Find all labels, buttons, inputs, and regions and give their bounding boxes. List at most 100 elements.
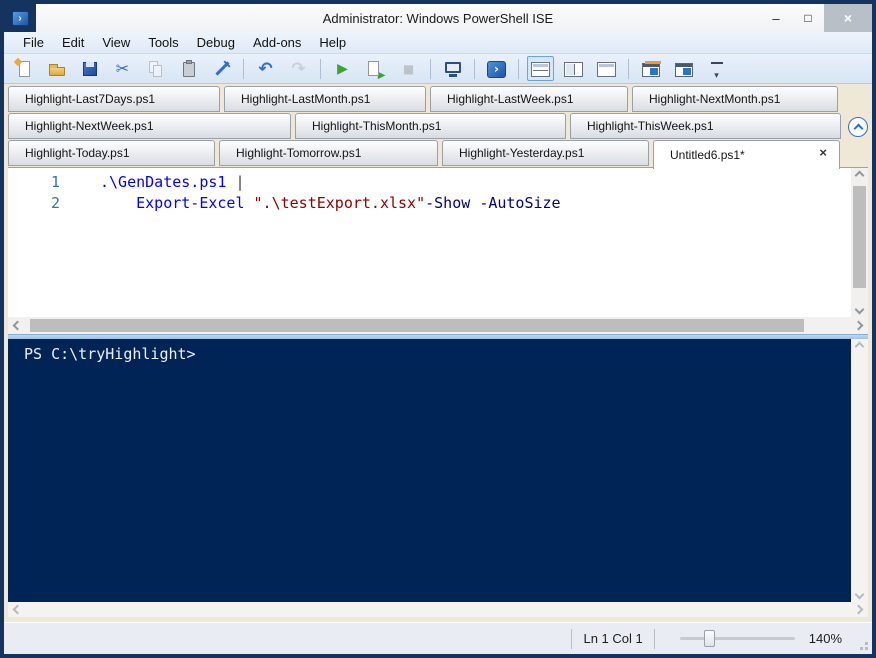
- show-script-pane-right-button[interactable]: [560, 56, 587, 81]
- new-powershell-tab-icon: [641, 63, 660, 77]
- tab-highlight-lastweek-ps1[interactable]: Highlight-LastWeek.ps1: [430, 86, 628, 112]
- minimize-button[interactable]: –: [760, 4, 792, 32]
- save-icon: [80, 59, 100, 79]
- scroll-down-arrow[interactable]: [854, 589, 865, 600]
- run-selection-icon: ▶: [366, 59, 386, 81]
- show-script-pane-top-button[interactable]: [527, 56, 554, 81]
- tab-highlight-yesterday-ps1[interactable]: Highlight-Yesterday.ps1: [442, 140, 649, 166]
- scrollbar-thumb[interactable]: [853, 186, 866, 288]
- editor-line[interactable]: 2 Export-Excel ".\testExport.xlsx"-Show …: [8, 193, 851, 214]
- scroll-up-arrow[interactable]: [854, 341, 865, 352]
- zoom-slider-thumb[interactable]: [703, 630, 715, 647]
- menu-view[interactable]: View: [93, 35, 139, 50]
- editor-line[interactable]: 1 .\GenDates.ps1 |: [8, 172, 851, 193]
- scroll-right-arrow[interactable]: [853, 604, 864, 615]
- collapse-tab-rows-button[interactable]: [848, 117, 868, 137]
- scroll-right-arrow[interactable]: [853, 320, 864, 331]
- zoom-slider[interactable]: [679, 630, 795, 647]
- cut-button[interactable]: ✂: [109, 56, 136, 81]
- tab-label: Highlight-ThisMonth.ps1: [312, 119, 442, 133]
- paste-button[interactable]: [175, 56, 202, 81]
- tab-label: Highlight-Tomorrow.ps1: [236, 146, 362, 160]
- menu-tools[interactable]: Tools: [139, 35, 187, 50]
- tab-row-1: Highlight-Last7Days.ps1 Highlight-LastMon…: [8, 86, 868, 113]
- statusbar-separator: [571, 628, 573, 649]
- tab-highlight-thisweek-ps1[interactable]: Highlight-ThisWeek.ps1: [570, 113, 841, 139]
- console-horizontal-scrollbar[interactable]: [8, 602, 868, 617]
- line-number: 1: [50, 173, 60, 191]
- menu-file[interactable]: File: [14, 35, 53, 50]
- tab-label: Highlight-Last7Days.ps1: [25, 92, 156, 106]
- scroll-left-arrow[interactable]: [12, 604, 23, 615]
- toolbar-separator: [430, 58, 431, 79]
- console-output[interactable]: PS C:\tryHighlight>: [8, 339, 851, 602]
- run-script-button[interactable]: ▶: [329, 56, 356, 81]
- show-script-pane-maximized-button[interactable]: [593, 56, 620, 81]
- tab-row-3: Highlight-Today.ps1 Highlight-Tomorrow.ps…: [8, 140, 868, 169]
- run-selection-button[interactable]: ▶: [362, 56, 389, 81]
- app-icon-block[interactable]: ›: [4, 4, 36, 32]
- menu-edit[interactable]: Edit: [53, 35, 93, 50]
- console-pane[interactable]: PS C:\tryHighlight>: [8, 339, 868, 617]
- close-powershell-tab-icon: [674, 63, 693, 77]
- tab-label: Highlight-Yesterday.ps1: [459, 146, 585, 160]
- save-button[interactable]: [76, 56, 103, 81]
- console-vertical-scrollbar[interactable]: [851, 339, 868, 602]
- tab-highlight-lastmonth-ps1[interactable]: Highlight-LastMonth.ps1: [224, 86, 426, 112]
- script-editor-pane[interactable]: 1 .\GenDates.ps1 | 2 Export-Excel ".\testE…: [8, 167, 868, 334]
- scrollbar-thumb[interactable]: [30, 319, 804, 332]
- copy-icon: [146, 59, 166, 79]
- tab-label: Highlight-Today.ps1: [25, 146, 130, 160]
- clear-console-icon: [212, 59, 232, 79]
- maximize-button[interactable]: □: [792, 4, 824, 32]
- new-powershell-tab-button[interactable]: [637, 56, 664, 81]
- window-controls: – □ ×: [760, 4, 872, 32]
- tab-highlight-today-ps1[interactable]: Highlight-Today.ps1: [8, 140, 215, 166]
- powershell-ise-window: › Administrator: Windows PowerShell ISE …: [0, 0, 876, 658]
- console-prompt: PS C:\tryHighlight>: [24, 345, 196, 363]
- clear-console-button[interactable]: [208, 56, 235, 81]
- open-folder-icon: [47, 59, 67, 79]
- line-col-indicator: Ln 1 Col 1: [583, 631, 643, 646]
- tab-highlight-nextmonth-ps1[interactable]: Highlight-NextMonth.ps1: [632, 86, 838, 112]
- statusbar-separator: [653, 628, 655, 649]
- tab-highlight-thismonth-ps1[interactable]: Highlight-ThisMonth.ps1: [295, 113, 566, 139]
- scroll-up-arrow[interactable]: [854, 170, 865, 181]
- start-powershell-button[interactable]: ›: [483, 56, 510, 81]
- run-icon: ▶: [337, 60, 348, 77]
- script-pane-right-icon: [564, 62, 583, 77]
- open-script-button[interactable]: [43, 56, 70, 81]
- menu-add-ons[interactable]: Add-ons: [244, 35, 310, 50]
- statusbar: Ln 1 Col 1 140%: [4, 622, 872, 654]
- overflow-icon: ▾: [710, 62, 723, 81]
- editor-vertical-scrollbar[interactable]: [851, 168, 868, 317]
- tab-highlight-last7days-ps1[interactable]: Highlight-Last7Days.ps1: [8, 86, 220, 112]
- new-script-button[interactable]: [10, 56, 37, 81]
- new-remote-powershell-tab-button[interactable]: [439, 56, 466, 81]
- resize-grip[interactable]: [865, 647, 868, 650]
- copy-button[interactable]: [142, 56, 169, 81]
- undo-button[interactable]: ↶: [252, 56, 279, 81]
- tab-highlight-nextweek-ps1[interactable]: Highlight-NextWeek.ps1: [8, 113, 291, 139]
- scroll-left-arrow[interactable]: [12, 320, 23, 331]
- powershell-console-icon: ›: [487, 60, 506, 78]
- close-powershell-tab-button[interactable]: [670, 56, 697, 81]
- tab-row-2: Highlight-NextWeek.ps1 Highlight-ThisMont…: [8, 113, 868, 140]
- stop-icon: ■: [402, 61, 415, 76]
- tab-highlight-tomorrow-ps1[interactable]: Highlight-Tomorrow.ps1: [219, 140, 438, 166]
- editor-lines[interactable]: 1 .\GenDates.ps1 | 2 Export-Excel ".\testE…: [8, 168, 851, 317]
- tab-label: Highlight-NextMonth.ps1: [649, 92, 781, 106]
- powershell-app-icon: ›: [11, 10, 29, 26]
- close-tab-icon[interactable]: ×: [819, 145, 827, 160]
- scroll-down-arrow[interactable]: [854, 304, 865, 315]
- tab-untitled6-ps1[interactable]: Untitled6.ps1* ×: [653, 140, 840, 169]
- titlebar[interactable]: › Administrator: Windows PowerShell ISE …: [4, 4, 872, 32]
- stop-button[interactable]: ■: [395, 56, 422, 81]
- toolbar-separator: [474, 58, 475, 79]
- editor-horizontal-scrollbar[interactable]: [8, 317, 868, 334]
- close-button[interactable]: ×: [824, 4, 872, 32]
- redo-button[interactable]: ↷: [285, 56, 312, 81]
- menu-debug[interactable]: Debug: [188, 35, 244, 50]
- toolbar-overflow-button[interactable]: ▾: [703, 56, 730, 81]
- menu-help[interactable]: Help: [310, 35, 355, 50]
